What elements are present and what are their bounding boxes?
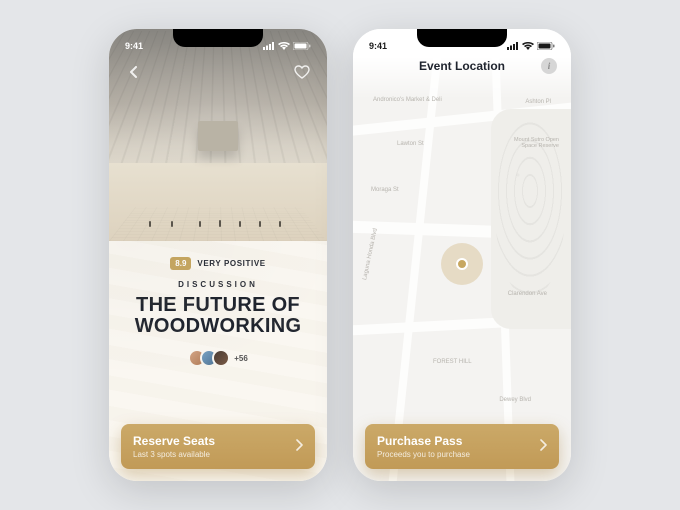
event-body: 8.9 VERY POSITIVE DISCUSSION THE FUTURE … xyxy=(109,241,327,481)
signal-icon xyxy=(507,42,519,50)
chevron-right-icon xyxy=(295,438,303,456)
back-button[interactable] xyxy=(123,61,145,83)
reserve-seats-button[interactable]: Reserve Seats Last 3 spots available xyxy=(121,424,315,469)
event-detail-screen: 9:41 8.9 VERY POSITIVE DISCUSSION xyxy=(109,29,327,481)
notch xyxy=(417,29,507,47)
map-label: Clarendon Ave xyxy=(508,291,547,297)
hero-image xyxy=(109,29,327,241)
map-label: FOREST HILL xyxy=(433,359,472,365)
avatar xyxy=(212,349,230,367)
map-label: Moraga St xyxy=(371,187,399,193)
event-location-screen: Andronico's Market & Deli Ashton Pl Lawt… xyxy=(353,29,571,481)
info-button[interactable]: i xyxy=(541,58,557,74)
wifi-icon xyxy=(278,42,290,50)
map-label: Mount Sutro Open Space Reserve xyxy=(509,137,559,149)
map-label: Dewey Blvd xyxy=(499,397,531,403)
location-pin[interactable] xyxy=(441,243,483,285)
cta-subtitle: Last 3 spots available xyxy=(133,450,295,459)
notch xyxy=(173,29,263,47)
cta-title: Purchase Pass xyxy=(377,434,539,448)
cta-subtitle: Proceeds you to purchase xyxy=(377,450,539,459)
wifi-icon xyxy=(522,42,534,50)
map-label: Laguna Honda Blvd xyxy=(362,228,379,281)
rating-badge: 8.9 xyxy=(170,257,191,270)
status-time: 9:41 xyxy=(125,41,143,51)
location-header: Event Location i xyxy=(353,59,571,73)
map-label: Ashton Pl xyxy=(525,99,551,105)
battery-icon xyxy=(293,42,311,50)
signal-icon xyxy=(263,42,275,50)
event-title: THE FUTURE OF WOODWORKING xyxy=(123,295,313,337)
page-title: Event Location xyxy=(419,59,505,73)
event-category: DISCUSSION xyxy=(123,280,313,289)
status-indicators xyxy=(507,42,555,50)
status-time: 9:41 xyxy=(369,41,387,51)
title-line-2: WOODWORKING xyxy=(123,316,313,337)
cta-title: Reserve Seats xyxy=(133,434,295,448)
battery-icon xyxy=(537,42,555,50)
attendees[interactable]: +56 xyxy=(123,349,313,367)
map-label: Lawton St xyxy=(397,141,424,147)
title-line-1: THE FUTURE OF xyxy=(123,295,313,316)
rating: 8.9 VERY POSITIVE xyxy=(123,257,313,270)
attendee-extra-count: +56 xyxy=(234,354,248,363)
favorite-button[interactable] xyxy=(291,61,313,83)
purchase-pass-button[interactable]: Purchase Pass Proceeds you to purchase xyxy=(365,424,559,469)
rating-label: VERY POSITIVE xyxy=(197,259,265,268)
chevron-right-icon xyxy=(539,438,547,456)
status-indicators xyxy=(263,42,311,50)
